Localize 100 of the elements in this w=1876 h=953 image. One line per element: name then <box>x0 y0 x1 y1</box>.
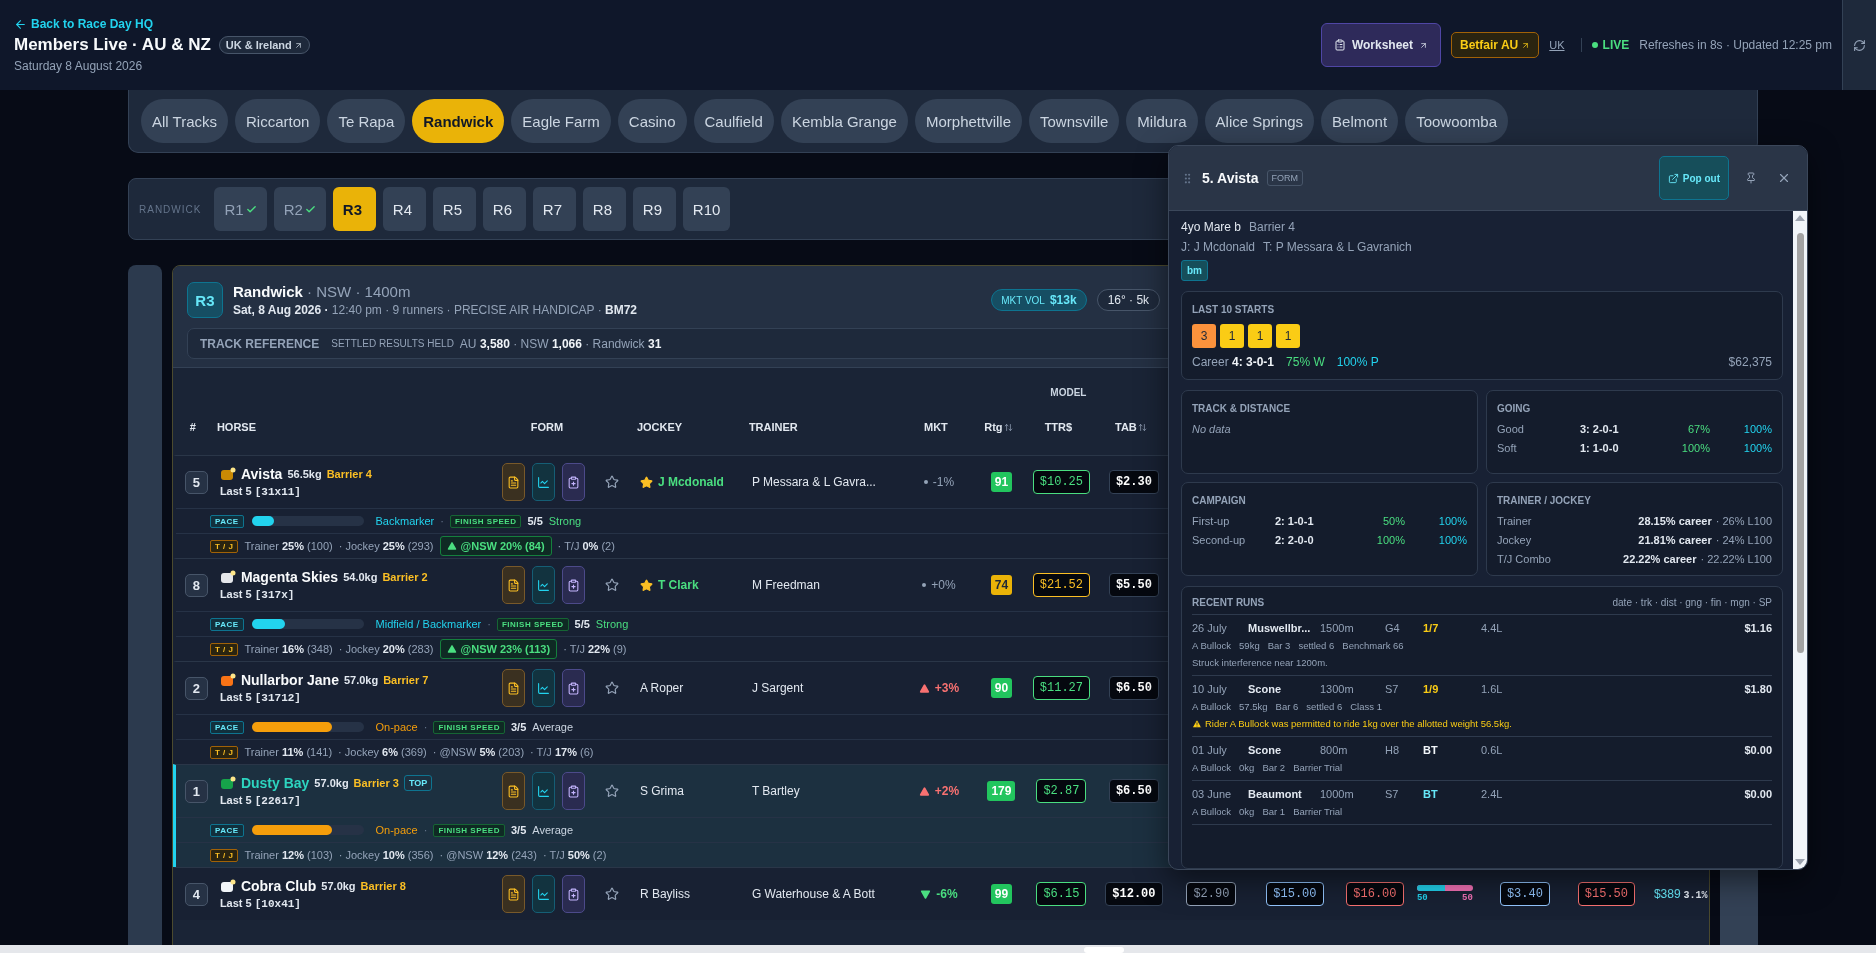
scroll-thumb[interactable] <box>1084 947 1124 953</box>
form-guide-button[interactable] <box>501 772 525 810</box>
track-tab[interactable]: Morphettville <box>914 99 1022 143</box>
tj-stat: · Jockey 20% (283) <box>338 643 434 655</box>
track-tab[interactable]: Alice Springs <box>1204 99 1315 143</box>
run-detail: A Bullock <box>1192 762 1232 773</box>
chart-button[interactable] <box>531 669 555 707</box>
result-badge: 1 <box>1276 324 1300 348</box>
race-tab[interactable]: R1 <box>214 187 267 231</box>
barrier-text: Barrier 8 <box>360 880 406 892</box>
up-triangle-icon <box>446 644 457 654</box>
stat-win: 67% <box>1686 423 1710 435</box>
form-guide-button[interactable] <box>501 566 525 604</box>
horse-name[interactable]: Avista <box>240 466 283 482</box>
weight-text: 57.0kg <box>321 880 356 892</box>
race-title: Randwick · NSW · 1400m <box>232 283 412 300</box>
race-tab[interactable]: R2 <box>273 187 326 231</box>
race-tab[interactable]: R10 <box>682 187 731 231</box>
form-guide-button[interactable] <box>501 875 525 913</box>
column-header: JOCKEY <box>635 420 684 435</box>
run-price: $1.80 <box>1743 683 1772 695</box>
run-margin: 0.6L <box>1481 744 1504 756</box>
race-tab[interactable]: R6 <box>482 187 526 231</box>
add-note-button[interactable] <box>561 566 585 604</box>
run-detail: Bar 6 <box>1275 701 1299 712</box>
run-distance: 1000m <box>1320 788 1355 800</box>
refresh-icon <box>1853 38 1866 52</box>
scroll-thumb[interactable] <box>1796 233 1804 653</box>
form-guide-button[interactable] <box>501 669 525 707</box>
finish-text: Strong <box>548 515 582 527</box>
race-tab[interactable]: R7 <box>532 187 576 231</box>
betfair-button[interactable]: Betfair AU <box>1451 32 1540 58</box>
favourite-button[interactable] <box>604 578 619 592</box>
favourite-button[interactable] <box>604 784 619 798</box>
track-tab[interactable]: Belmont <box>1321 99 1399 143</box>
run-detail: Barrier Trial <box>1293 806 1343 817</box>
column-header: FORM <box>529 420 565 435</box>
column-header[interactable]: Rtg <box>975 398 1021 456</box>
race-tab[interactable]: R4 <box>382 187 426 231</box>
trainer-name: P Messara & L Gavra... <box>750 475 877 489</box>
race-tab[interactable]: R8 <box>582 187 626 231</box>
finish-speed-tag: FINISH SPEED <box>433 823 505 837</box>
check-icon <box>245 203 257 215</box>
track-tab[interactable]: Eagle Farm <box>511 99 611 143</box>
track-tab[interactable]: Randwick <box>412 99 505 143</box>
track-tab[interactable]: Riccarton <box>235 99 321 143</box>
track-tab[interactable]: Toowoomba <box>1405 99 1508 143</box>
tj-stat: Trainer 25% (100) <box>244 540 333 552</box>
run-detail: 0kg <box>1239 762 1255 773</box>
runner-number: 5 <box>184 470 208 494</box>
pop-out-button[interactable]: Pop out <box>1658 156 1729 200</box>
silks-icon <box>219 673 236 687</box>
favourite-button[interactable] <box>604 681 619 695</box>
horse-name[interactable]: Cobra Club <box>240 878 317 894</box>
back-link[interactable]: Back to Race Day HQ <box>14 17 310 31</box>
track-tab[interactable]: Kembla Grange <box>780 99 908 143</box>
race-tab[interactable]: R9 <box>632 187 676 231</box>
horse-name[interactable]: Dusty Bay <box>240 775 310 791</box>
run-date: 10 July <box>1192 683 1228 695</box>
horizontal-scrollbar[interactable] <box>0 945 1876 953</box>
favourite-button[interactable] <box>604 475 619 489</box>
silks-icon <box>219 467 236 481</box>
run-finish: 1/9 <box>1423 683 1440 695</box>
horse-name[interactable]: Magenta Skies <box>240 569 339 585</box>
line-chart-icon <box>536 475 550 489</box>
price-cell: $15.50 <box>1577 882 1635 906</box>
add-note-button[interactable] <box>561 669 585 707</box>
chart-button[interactable] <box>531 463 555 501</box>
track-tab[interactable]: Te Rapa <box>327 99 406 143</box>
form-guide-button[interactable] <box>501 463 525 501</box>
column-header[interactable]: TAB <box>1095 398 1166 456</box>
vertical-scrollbar[interactable] <box>1793 211 1807 869</box>
favourite-button[interactable] <box>604 887 619 901</box>
horse-name[interactable]: Nullarbor Jane <box>240 672 339 688</box>
track-tab[interactable]: Townsville <box>1029 99 1120 143</box>
add-note-button[interactable] <box>561 772 585 810</box>
race-details: Sat, 8 Aug 2026 · 12:40 pm · 9 runners · PRECISE AIR HANDICAP · BM72 <box>232 303 639 317</box>
chart-button[interactable] <box>531 566 555 604</box>
track-tab[interactable]: Caulfield <box>693 99 774 143</box>
track-tab[interactable]: Casino <box>617 99 687 143</box>
card-title: TRACK & DISTANCE <box>1192 403 1292 414</box>
clipboard-plus-icon <box>566 887 580 901</box>
region-link[interactable]: UK & Ireland <box>218 36 310 54</box>
track-tab[interactable]: All Tracks <box>141 99 228 143</box>
finish-text: Average <box>532 824 574 836</box>
race-tab[interactable]: R3 <box>332 187 376 231</box>
chart-button[interactable] <box>531 875 555 913</box>
pin-icon <box>1745 172 1757 184</box>
tj-stat: · @NSW 12% (243) <box>439 849 537 861</box>
uk-link[interactable]: UK <box>1549 39 1565 51</box>
line-chart-icon <box>536 681 550 695</box>
chart-button[interactable] <box>531 772 555 810</box>
worksheet-button[interactable]: Worksheet <box>1320 23 1442 67</box>
tj-tag: T / J <box>209 745 239 759</box>
price-cell: $3.40 <box>1499 882 1550 906</box>
stat-label: Trainer <box>1497 515 1532 527</box>
race-tab[interactable]: R5 <box>432 187 476 231</box>
add-note-button[interactable] <box>561 875 585 913</box>
track-tab[interactable]: Mildura <box>1126 99 1198 143</box>
add-note-button[interactable] <box>561 463 585 501</box>
